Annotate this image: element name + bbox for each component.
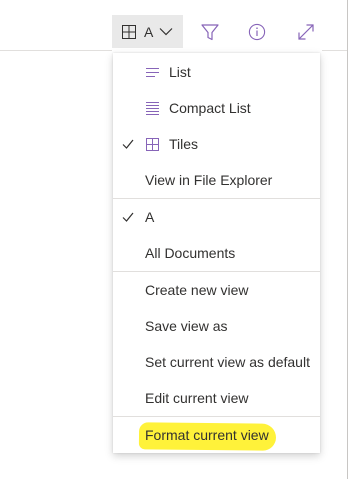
menu-item-compact-list[interactable]: Compact List <box>113 90 320 126</box>
menu-item-create-new-view[interactable]: Create new view <box>113 272 320 308</box>
grid-icon <box>122 24 136 39</box>
toolbar-divider-left <box>0 50 112 51</box>
tiles-icon <box>146 138 159 151</box>
menu-item-label: Set current view as default <box>145 354 310 370</box>
menu-item-label: All Documents <box>145 245 236 261</box>
menu-item-label: View in File Explorer <box>145 172 273 188</box>
compact-list-icon <box>146 102 159 115</box>
menu-item-list[interactable]: List <box>113 54 320 90</box>
view-options-menu: List Compact List Tiles View in File Exp… <box>113 53 320 453</box>
menu-item-view-in-file-explorer[interactable]: View in File Explorer <box>113 162 320 198</box>
info-icon <box>248 23 266 41</box>
menu-item-save-view-as[interactable]: Save view as <box>113 308 320 344</box>
menu-item-label: Save view as <box>145 318 228 334</box>
menu-item-label: Edit current view <box>145 390 249 406</box>
window-right-edge <box>347 0 348 479</box>
menu-item-set-default-view[interactable]: Set current view as default <box>113 344 320 380</box>
menu-item-label: List <box>169 64 191 80</box>
list-icon <box>146 68 159 77</box>
checkmark-icon <box>122 212 134 222</box>
menu-item-edit-current-view[interactable]: Edit current view <box>113 380 320 416</box>
view-switcher-button[interactable]: A <box>112 15 183 48</box>
menu-item-label: Tiles <box>169 136 199 152</box>
menu-item-label: Create new view <box>145 282 249 298</box>
chevron-down-icon <box>159 28 173 36</box>
expand-button[interactable] <box>291 17 321 47</box>
toolbar-divider-right <box>322 50 347 51</box>
info-button[interactable] <box>242 17 272 47</box>
menu-item-label: Format current view <box>145 427 269 443</box>
checkmark-icon <box>122 139 134 149</box>
menu-item-tiles[interactable]: Tiles <box>113 126 320 162</box>
expand-icon <box>298 24 314 40</box>
view-switcher-label: A <box>144 23 154 40</box>
menu-item-format-current-view[interactable]: Format current view <box>113 417 320 453</box>
menu-item-label: A <box>145 209 155 225</box>
menu-item-view-a[interactable]: A <box>113 199 320 235</box>
filter-icon <box>201 24 219 41</box>
menu-item-label: Compact List <box>169 100 251 116</box>
filter-button[interactable] <box>195 17 225 47</box>
menu-item-all-documents[interactable]: All Documents <box>113 235 320 271</box>
